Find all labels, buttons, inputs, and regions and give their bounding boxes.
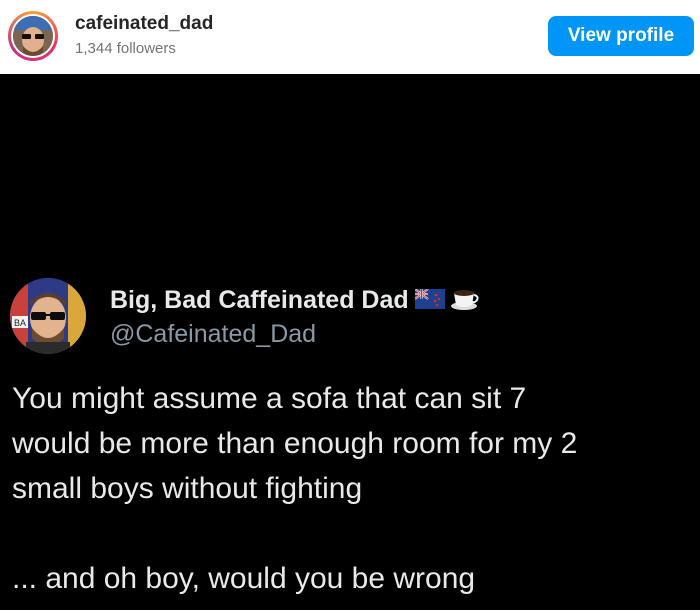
profile-username[interactable]: cafeinated_dad [75,13,213,35]
coffee-cup-icon [449,285,479,318]
tweet-text-line: ... and oh boy, would you be wrong [12,562,476,595]
post-image: BA Big, Bad Caffeinated Dad @Cafeinated_… [0,74,700,610]
profile-avatar[interactable] [8,11,58,61]
tweet-body: You might assume a sofa that can sit 7 w… [12,376,682,601]
tweet-text-line: You might assume a sofa that can sit 7 [12,382,527,415]
tweet-text-line: would be more than enough room for my 2 [12,427,578,460]
follower-count: 1,344 followers [75,40,176,57]
svg-text:BA: BA [14,318,26,328]
tweet-handle: @Cafeinated_Dad [110,320,317,348]
tweet-author-avatar: BA [10,278,86,354]
instagram-embed-header: cafeinated_dad 1,344 followers View prof… [0,0,700,74]
view-profile-button[interactable]: View profile [548,16,694,56]
tweet-display-name: Big, Bad Caffeinated Dad [110,285,479,318]
nz-flag-icon [414,287,445,316]
tweet-text-line: small boys without fighting [12,472,363,505]
